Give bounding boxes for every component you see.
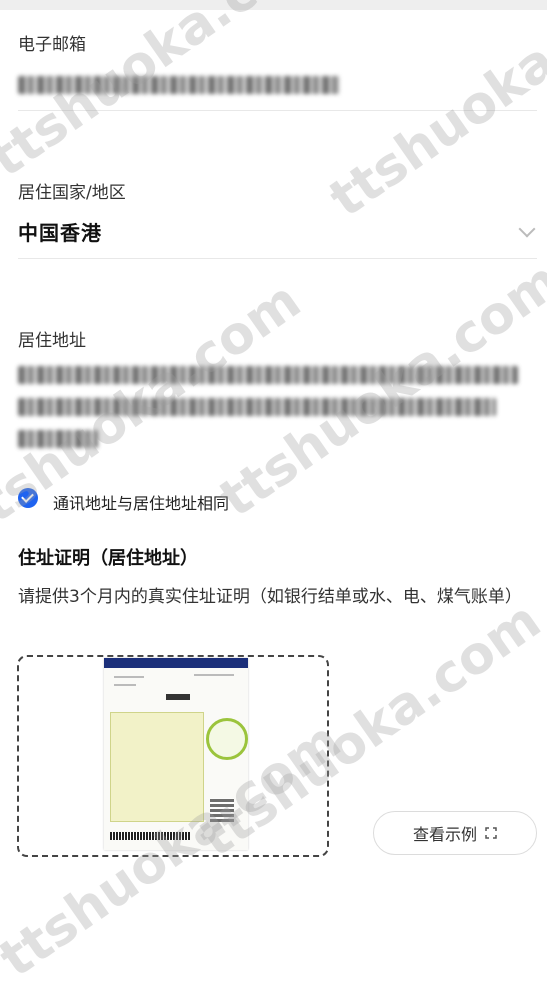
same-address-checkbox[interactable] — [18, 488, 38, 508]
same-address-label: 通讯地址与居住地址相同 — [53, 494, 230, 513]
divider — [18, 258, 537, 259]
address-line-redacted[interactable] — [18, 398, 496, 416]
view-example-button[interactable]: 查看示例 — [373, 811, 537, 855]
divider — [18, 110, 537, 111]
chevron-down-icon[interactable] — [518, 220, 536, 238]
watermark: ttshuoka.com — [209, 250, 547, 530]
country-select-value[interactable]: 中国香港 — [18, 217, 102, 246]
address-label: 居住地址 — [18, 331, 86, 351]
watermark: ttshuoka.com — [319, 0, 547, 230]
address-line-redacted[interactable] — [18, 366, 518, 384]
sample-bill-image — [104, 658, 248, 850]
email-label: 电子邮箱 — [18, 35, 86, 55]
proof-description: 请提供3个月内的真实住址证明（如银行结单或水、电、煤气账单） — [18, 587, 522, 607]
expand-icon — [485, 827, 497, 839]
address-line-redacted[interactable] — [18, 430, 98, 448]
email-value-redacted[interactable] — [18, 76, 340, 94]
country-label: 居住国家/地区 — [18, 183, 126, 203]
top-edge — [0, 0, 547, 10]
watermark: ttshuoka.com — [0, 0, 342, 190]
view-example-label: 查看示例 — [412, 825, 477, 844]
proof-title: 住址证明（居住地址） — [18, 548, 198, 569]
